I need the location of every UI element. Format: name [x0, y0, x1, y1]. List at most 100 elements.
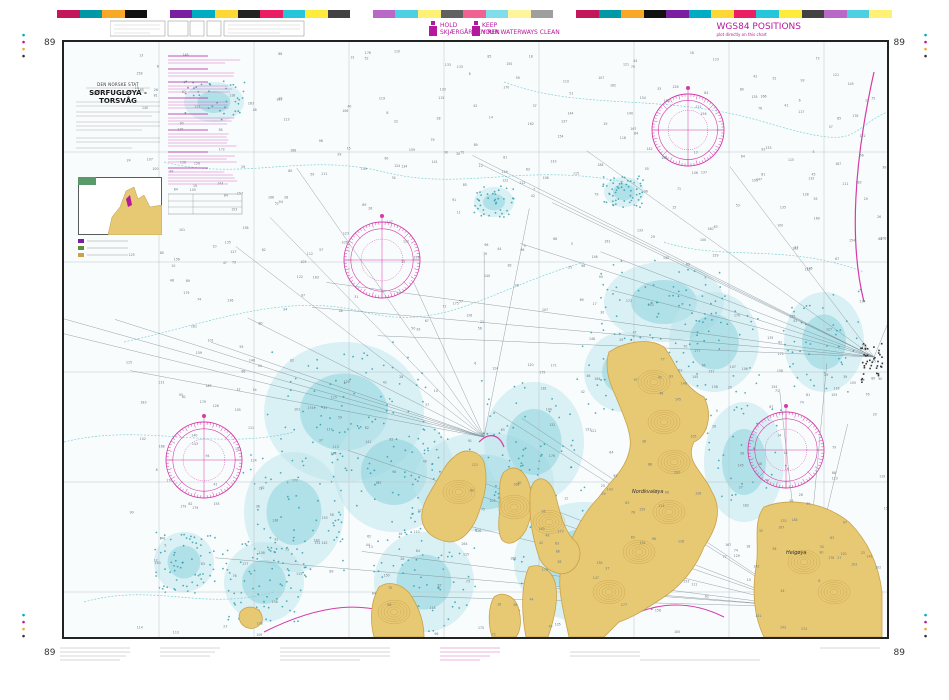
sounding: 8	[386, 111, 388, 115]
rock-dot	[718, 339, 720, 342]
rock-dot	[520, 560, 523, 563]
sounding: 146	[592, 255, 598, 259]
sounding: 74	[197, 297, 201, 301]
calibration-swatch	[214, 10, 238, 18]
rock-dot	[488, 398, 490, 401]
rock-dot	[413, 569, 416, 571]
rock-dot	[180, 533, 183, 536]
rock-dot	[717, 459, 720, 462]
sounding: 106	[342, 109, 348, 113]
sounding: 108	[543, 176, 549, 180]
sounding: 6	[474, 361, 476, 365]
depth-contour	[503, 81, 887, 138]
sounding: 89	[474, 143, 478, 147]
sounding: 28	[284, 196, 288, 200]
sounding: 131	[315, 541, 321, 545]
rock-dot	[652, 284, 655, 286]
sounding: 103	[490, 499, 496, 503]
sounding: 166	[661, 156, 667, 160]
sounding: 82	[262, 248, 266, 252]
shoal-area	[506, 409, 562, 475]
nautical-chart[interactable]: 184 142 64 26 102 8 179 149 173 148 147 65 158 141 88 7…	[62, 40, 889, 639]
rock-dot	[426, 584, 428, 586]
sounding: 64	[416, 549, 420, 553]
sounding: 135	[752, 95, 758, 99]
rock-dot	[417, 496, 419, 499]
rock-dot	[426, 447, 429, 450]
rock-dot	[493, 494, 496, 497]
sounding: 79	[594, 192, 598, 196]
sounding: 154	[664, 99, 670, 103]
rock-dot	[374, 418, 377, 421]
calibration-swatch	[102, 10, 125, 18]
sounding: 179	[180, 505, 186, 509]
rock-dot	[366, 354, 369, 357]
rock-dot	[735, 390, 738, 393]
sounding: 38	[772, 547, 776, 551]
sounding: 83	[625, 501, 629, 505]
rock-dot	[199, 555, 202, 557]
rock-dot	[570, 466, 573, 469]
rock-dot	[630, 189, 632, 192]
rock-dot	[296, 548, 298, 550]
rock-dot	[742, 412, 745, 415]
sounding: 16	[398, 532, 402, 536]
sounding: 79	[483, 252, 487, 256]
rock-dot	[357, 457, 359, 460]
rock-dot	[166, 586, 169, 589]
slogan-english: KEEP YOUR WATERWAYS CLEAN	[482, 22, 560, 36]
rock-dot	[731, 494, 733, 497]
rock-dot	[493, 190, 496, 193]
rock-dot	[451, 555, 453, 558]
sounding: 115	[126, 360, 132, 364]
rock-dot	[301, 460, 304, 463]
sounding: 36	[256, 505, 260, 509]
rock-dot	[581, 509, 584, 512]
calibration-swatch	[350, 10, 373, 18]
sounding: 161	[604, 239, 610, 243]
rock-dot	[440, 554, 443, 557]
rock-dot	[191, 558, 193, 561]
sounding: 176	[365, 51, 371, 55]
rock-dot	[416, 480, 419, 482]
shoal-area	[483, 193, 505, 211]
sounding: 182	[792, 246, 798, 250]
rock-dot	[161, 587, 164, 590]
sounding: 141	[432, 160, 438, 164]
sounding: 159	[409, 148, 415, 152]
sounding: 107	[542, 308, 548, 312]
rock-dot	[424, 386, 427, 389]
rock-dot	[791, 351, 794, 354]
sounding: 71	[775, 389, 779, 393]
sounding: 17	[593, 302, 597, 306]
rock-dot	[356, 504, 358, 507]
title-fineprint	[76, 87, 160, 149]
rock-dot	[437, 456, 440, 459]
rock-dot	[369, 472, 372, 475]
sounding: 167	[778, 525, 784, 529]
sounding: 8	[156, 468, 158, 472]
sounding: 66	[702, 363, 706, 367]
rock-dot	[313, 406, 316, 409]
sounding: 44	[366, 543, 370, 547]
sounding: 119	[379, 97, 385, 101]
rock-dot	[286, 495, 289, 498]
rock-dot	[758, 374, 760, 376]
rock-dot	[479, 204, 482, 207]
sounding: 133	[781, 519, 787, 523]
rock-dot	[813, 384, 815, 387]
rock-dot	[208, 551, 211, 554]
rock-dot	[840, 361, 843, 364]
rock-dot	[692, 361, 695, 364]
rock-dot	[510, 201, 513, 204]
rock-dot	[482, 209, 485, 211]
rock-dot	[185, 537, 188, 539]
rock-dot	[571, 439, 574, 442]
sounding: 169	[276, 97, 282, 101]
rock-dot	[182, 544, 185, 547]
sounding: 16	[690, 51, 694, 55]
sounding: 177	[242, 562, 248, 566]
rock-dot	[539, 445, 542, 448]
rock-dot	[287, 498, 290, 501]
rock-dot	[483, 213, 485, 216]
